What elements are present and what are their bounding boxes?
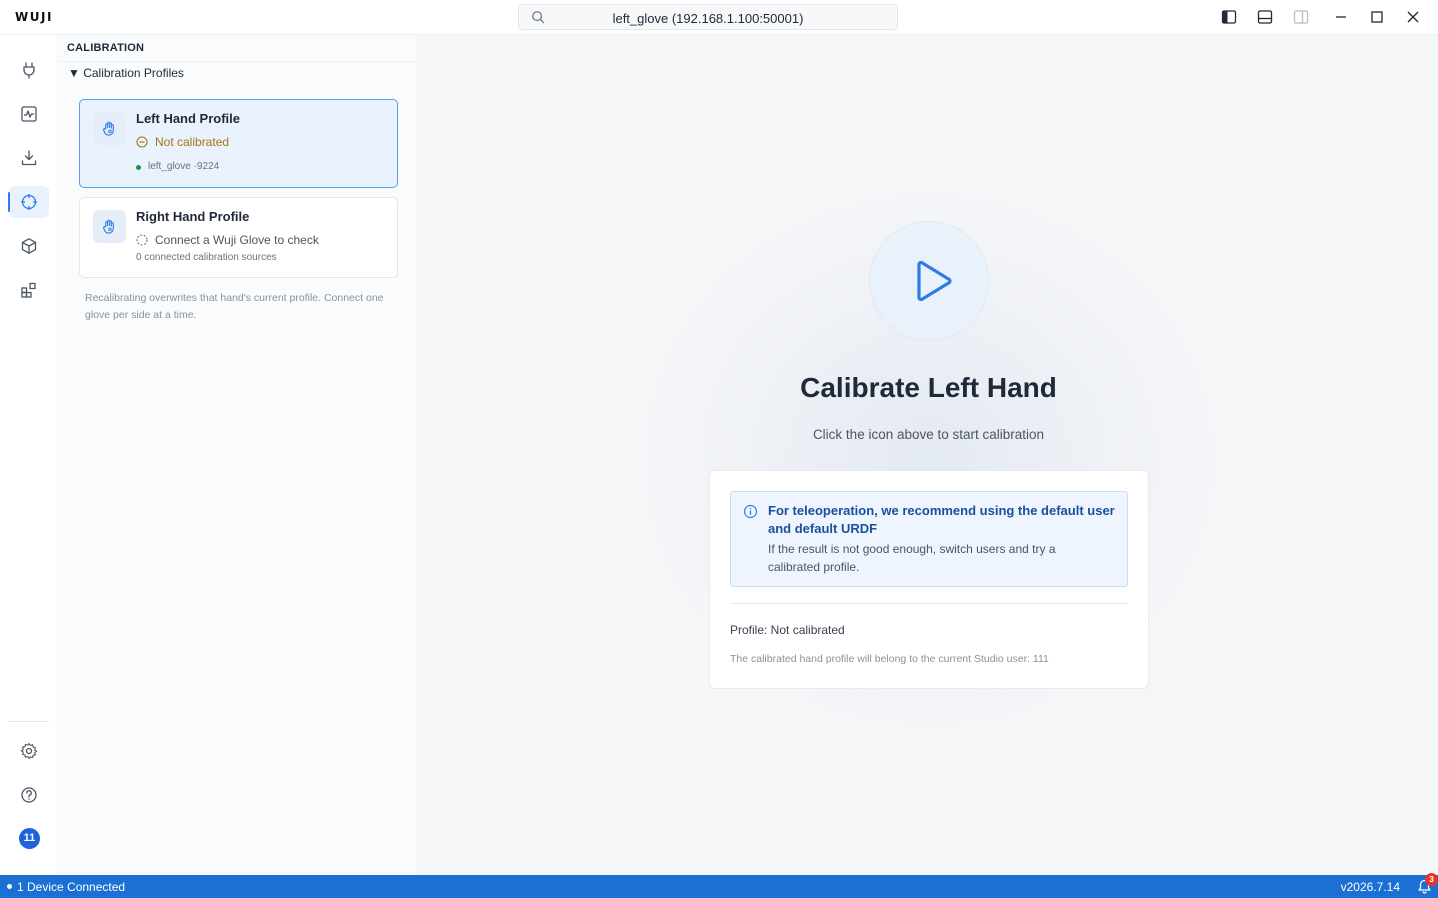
settings-gear-icon [20, 742, 38, 760]
hand-icon-wrap [93, 112, 126, 145]
device-count[interactable]: 1 Device Connected [17, 880, 125, 894]
profile-status-line: Profile: Not calibrated [730, 623, 845, 637]
status-bar: 1 Device Connected v2026.7.14 3 [0, 873, 1438, 898]
device-status-dot [7, 884, 12, 889]
plug-icon [23, 62, 35, 79]
activity-models[interactable] [9, 230, 49, 262]
calibration-profiles-section[interactable]: ▼ Calibration Profiles [68, 66, 184, 80]
info-title: For teleoperation, we recommend using th… [768, 503, 1115, 536]
device-label: left_glove ·9224 [148, 161, 220, 172]
sidebar-title: CALIBRATION [67, 42, 145, 54]
hand-icon [103, 121, 114, 136]
app-version: v2026.7.14 [1340, 880, 1400, 894]
crosshair-icon [21, 194, 37, 210]
minus-circle-icon [136, 136, 148, 148]
teleoperation-info-box: For teleoperation, we recommend using th… [730, 491, 1128, 587]
user-avatar[interactable]: 11 [19, 828, 40, 849]
calibrate-subtitle: Click the icon above to start calibratio… [812, 427, 1045, 442]
title-bar: WUJI left_glove (192.168.1.100:50001) [0, 0, 1438, 35]
profile-owner-line: The calibrated hand profile will belong … [730, 653, 1049, 665]
play-icon [917, 260, 952, 302]
toggle-sidebar-icon[interactable] [1220, 8, 1238, 26]
download-icon [21, 150, 37, 166]
profile-status-text: Connect a Wuji Glove to check [155, 233, 319, 247]
activity-help[interactable] [9, 779, 49, 811]
info-body: If the result is not good enough, switch… [768, 542, 1056, 574]
hand-icon [103, 219, 114, 234]
activity-extensions[interactable] [9, 274, 49, 306]
profile-status-text: Not calibrated [155, 135, 230, 149]
calibration-sources: 0 connected calibration sources [136, 252, 277, 263]
right-hand-profile-card[interactable]: Right Hand Profile Connect a Wuji Glove … [79, 197, 398, 278]
connected-dot [136, 165, 141, 170]
activity-monitor-icon [21, 106, 37, 122]
calibration-sidebar: CALIBRATION ▼ Calibration Profiles Left … [59, 35, 418, 875]
device-search-box[interactable]: left_glove (192.168.1.100:50001) [518, 4, 898, 30]
toggle-panel-icon[interactable] [1256, 8, 1274, 26]
activity-devices[interactable] [9, 54, 49, 86]
activity-separator [9, 721, 49, 722]
sidebar-divider [59, 61, 417, 62]
calibration-info-panel: For teleoperation, we recommend using th… [709, 470, 1149, 689]
maximize-icon[interactable] [1368, 8, 1386, 26]
calibrate-title: Calibrate Left Hand [800, 372, 1057, 403]
toggle-secondary-sidebar-icon[interactable] [1292, 8, 1310, 26]
dashed-circle-icon [136, 234, 148, 246]
close-icon[interactable] [1404, 8, 1422, 26]
app-logo: WUJI [15, 10, 53, 24]
activity-monitor[interactable] [9, 98, 49, 130]
extensions-icon [21, 282, 36, 298]
info-icon [743, 504, 758, 519]
search-text: left_glove (192.168.1.100:50001) [612, 11, 804, 26]
calibration-main: Calibrate Left Hand Click the icon above… [419, 35, 1438, 875]
start-calibration-button[interactable] [869, 221, 989, 341]
notification-badge: 3 [1425, 873, 1438, 886]
profile-title: Right Hand Profile [136, 209, 250, 224]
left-hand-profile-card[interactable]: Left Hand Profile Not calibrated left_gl… [79, 99, 398, 188]
hand-icon-wrap [93, 210, 126, 243]
activity-calibration[interactable] [8, 186, 49, 218]
cube-icon [21, 238, 37, 254]
profile-title: Left Hand Profile [136, 111, 241, 126]
activity-firmware[interactable] [9, 142, 49, 174]
activity-settings[interactable] [9, 735, 49, 767]
recalibration-note: Recalibrating overwrites that hand's cur… [85, 292, 384, 321]
minimize-icon[interactable] [1332, 8, 1350, 26]
panel-divider [730, 603, 1128, 604]
help-icon [21, 787, 37, 803]
activity-bar: 11 [0, 35, 58, 875]
